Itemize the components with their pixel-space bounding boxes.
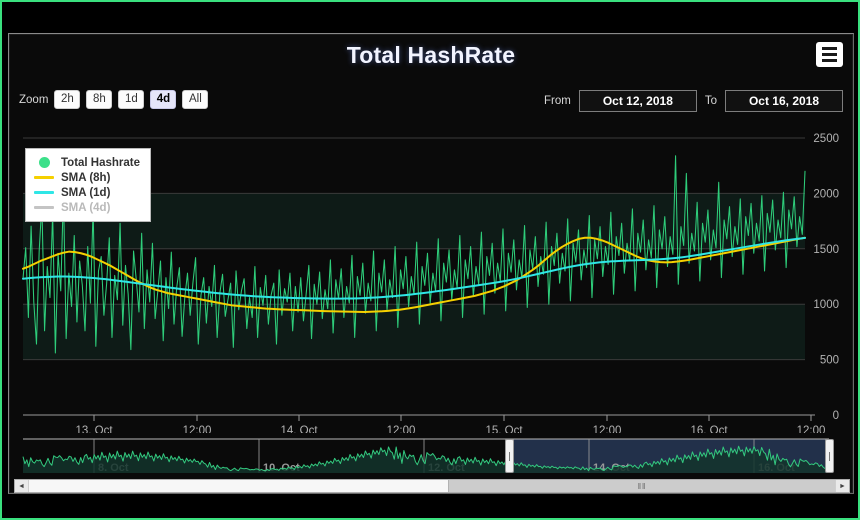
page-title: Total HashRate: [346, 42, 516, 68]
svg-text:12:00: 12:00: [183, 425, 212, 433]
hamburger-menu-icon[interactable]: [816, 42, 843, 67]
hamburger-bar-2: [822, 53, 837, 56]
plot-area[interactable]: 05001000150020002500Hashrate13. Oct12:00…: [9, 128, 853, 433]
zoom-button-4d[interactable]: 4d: [150, 90, 177, 109]
navigator-handle-right[interactable]: [825, 439, 834, 473]
zoom-button-group: Zoom 2h 8h 1d 4d All: [19, 90, 209, 109]
from-label: From: [544, 95, 571, 107]
legend-marker-line-icon: [34, 191, 54, 194]
svg-text:16. Oct: 16. Oct: [690, 425, 728, 433]
svg-text:12:00: 12:00: [387, 425, 416, 433]
svg-text:2000: 2000: [813, 188, 839, 200]
zoom-label: Zoom: [19, 93, 49, 106]
svg-text:12:00: 12:00: [797, 425, 826, 433]
scrollbar-thumb[interactable]: ‖‖: [448, 480, 835, 492]
svg-text:0: 0: [833, 410, 839, 422]
svg-text:15. Oct: 15. Oct: [485, 425, 523, 433]
legend-item-sma-1d[interactable]: SMA (1d): [34, 185, 140, 200]
svg-text:13. Oct: 13. Oct: [75, 425, 113, 433]
legend-marker-line-icon: [34, 176, 54, 179]
legend-marker-dot-icon: [34, 157, 54, 168]
range-selector-bar: Zoom 2h 8h 1d 4d All From Oct 12, 2018 T…: [9, 90, 853, 120]
zoom-button-8h[interactable]: 8h: [86, 90, 113, 109]
svg-text:12:00: 12:00: [593, 425, 622, 433]
scrollbar-left-arrow-icon[interactable]: ◄: [15, 480, 29, 492]
chart-window: Total HashRate Zoom 2h 8h 1d 4d All From…: [8, 33, 854, 494]
legend-item-total-hashrate[interactable]: Total Hashrate: [34, 155, 140, 170]
svg-text:1500: 1500: [813, 244, 839, 256]
legend-item-sma-8h[interactable]: SMA (8h): [34, 170, 140, 185]
scrollbar-right-arrow-icon[interactable]: ►: [835, 480, 849, 492]
to-label: To: [704, 95, 717, 107]
legend-item-sma-4d[interactable]: SMA (4d): [34, 200, 140, 215]
legend-label: SMA (1d): [61, 186, 111, 199]
legend-label: Total Hashrate: [61, 156, 141, 169]
date-range-group: From Oct 12, 2018 To Oct 16, 2018: [544, 90, 843, 112]
to-date-input[interactable]: Oct 16, 2018: [725, 90, 843, 112]
scrollbar-track[interactable]: ‖‖: [29, 480, 835, 492]
zoom-button-all[interactable]: All: [182, 90, 209, 109]
svg-text:2500: 2500: [813, 133, 839, 145]
hamburger-bar-3: [822, 59, 837, 62]
navigator-svg: 8. Oct10. Oct12. Oct14. Oct16. Oct: [22, 438, 830, 474]
navigator-handle-left[interactable]: [505, 439, 514, 473]
from-date-input[interactable]: Oct 12, 2018: [578, 90, 697, 112]
legend-label: SMA (4d): [61, 201, 111, 214]
legend-label: SMA (8h): [61, 171, 111, 184]
svg-text:500: 500: [820, 355, 839, 367]
zoom-button-1d[interactable]: 1d: [118, 90, 145, 109]
zoom-button-2h[interactable]: 2h: [54, 90, 81, 109]
hamburger-bar-1: [822, 47, 837, 50]
svg-text:14. Oct: 14. Oct: [280, 425, 318, 433]
legend-marker-line-icon: [34, 206, 54, 209]
horizontal-scrollbar[interactable]: ◄ ‖‖ ►: [14, 479, 850, 493]
navigator[interactable]: 8. Oct10. Oct12. Oct14. Oct16. Oct: [9, 433, 853, 479]
svg-text:1000: 1000: [813, 299, 839, 311]
chart-legend: Total Hashrate SMA (8h) SMA (1d) SMA (4d…: [25, 148, 152, 222]
app-root: Total HashRate Zoom 2h 8h 1d 4d All From…: [0, 0, 860, 520]
